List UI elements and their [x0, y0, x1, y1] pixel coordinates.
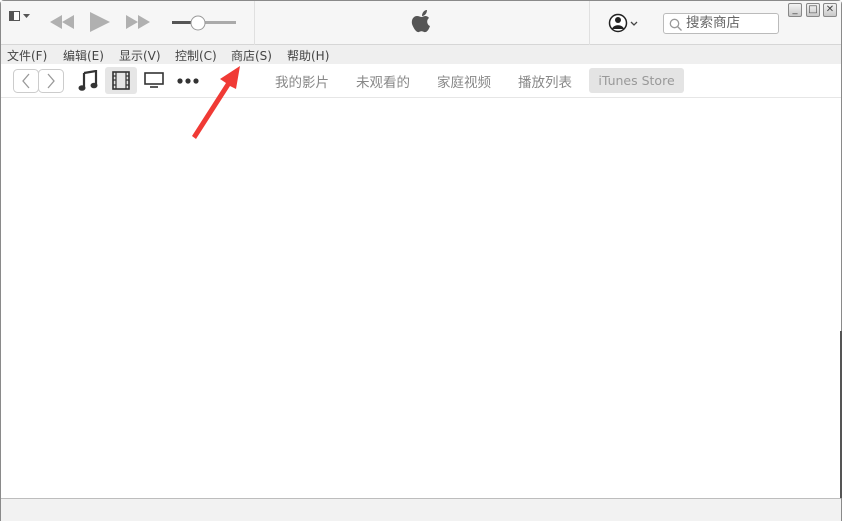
red-arrow-annotation — [192, 66, 240, 139]
